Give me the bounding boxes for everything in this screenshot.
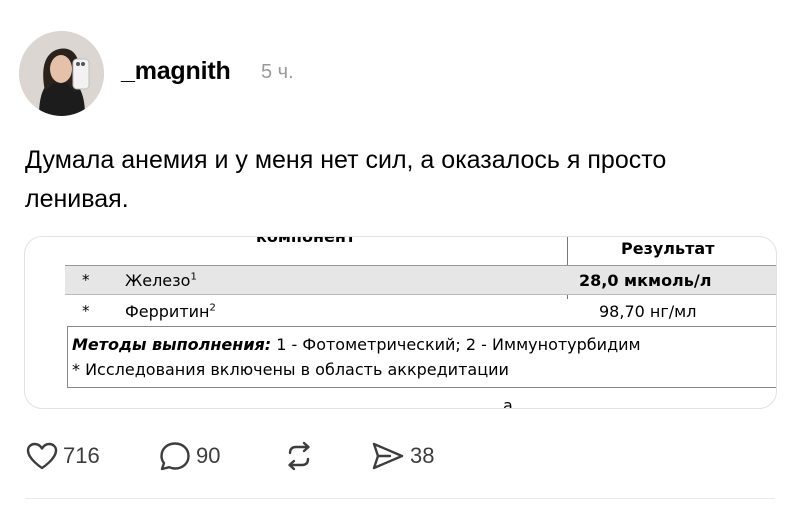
column-header-component: компонент xyxy=(256,236,356,246)
username[interactable]: _magnith xyxy=(121,57,231,86)
share-count: 38 xyxy=(410,443,435,468)
lab-result-table: компонент Результат * Железо1 28,0 мкмол… xyxy=(65,236,776,409)
row-marker: * xyxy=(82,271,90,289)
avatar[interactable] xyxy=(19,31,104,116)
post-time: 5 ч. xyxy=(261,61,294,83)
signature-mark: а xyxy=(503,396,513,409)
methods-line: Методы выполнения: 1 - Фотометрический; … xyxy=(72,335,641,354)
repost-icon xyxy=(288,441,310,471)
column-header-result: Результат xyxy=(621,239,715,258)
row-value: 98,70 нг/мл xyxy=(599,302,697,321)
table-row: * Ферритин2 98,70 нг/мл xyxy=(65,295,776,323)
row-component: Железо1 xyxy=(125,271,197,290)
share-button[interactable]: 38 xyxy=(370,438,434,474)
row-value: 28,0 мкмоль/л xyxy=(579,271,712,290)
post-text: Думала анемия и у меня нет сил, а оказал… xyxy=(25,146,667,213)
comment-icon xyxy=(160,442,190,471)
methods-box: Методы выполнения: 1 - Фотометрический; … xyxy=(67,326,776,388)
image-attachment[interactable]: компонент Результат * Железо1 28,0 мкмол… xyxy=(24,236,777,409)
accreditation-note: * Исследования включены в область аккред… xyxy=(72,360,509,379)
heart-icon xyxy=(26,442,58,470)
post-divider xyxy=(25,498,775,499)
row-marker: * xyxy=(82,302,90,320)
methods-text: 1 - Фотометрический; 2 - Иммунотурбидим xyxy=(271,335,641,354)
row-component: Ферритин2 xyxy=(125,302,216,321)
comment-count: 90 xyxy=(196,443,221,468)
comment-button[interactable]: 90 xyxy=(158,438,220,474)
repost-button[interactable] xyxy=(282,438,316,474)
share-icon xyxy=(372,442,404,470)
like-button[interactable]: 716 xyxy=(25,438,100,474)
like-count: 716 xyxy=(63,443,100,468)
methods-label: Методы выполнения: xyxy=(72,335,272,354)
table-row: * Железо1 28,0 мкмоль/л xyxy=(65,265,776,295)
avatar-image xyxy=(19,31,104,116)
